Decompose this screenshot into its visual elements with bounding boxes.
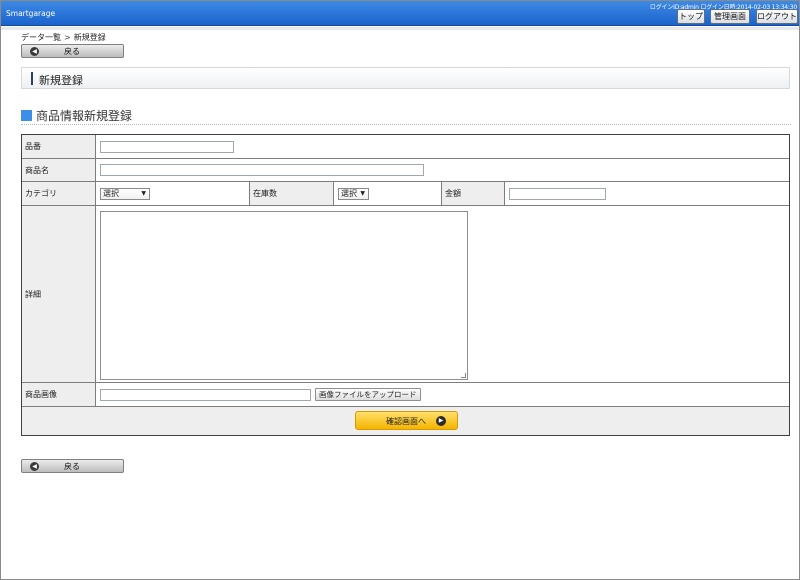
arrow-left-circle-icon: ◀ — [30, 462, 39, 471]
logout-button[interactable]: ログアウト — [756, 9, 798, 24]
product-image-label: 商品画像 — [22, 383, 96, 406]
price-cell — [505, 182, 789, 205]
brand-name: Smartgarage — [6, 9, 56, 18]
stock-label: 在庫数 — [250, 182, 334, 205]
product-name-label: 商品名 — [22, 159, 96, 181]
header-bar: Smartgarage ログインID:admin ログイン日時:2014-02-… — [1, 1, 799, 26]
admin-button[interactable]: 管理画面 — [710, 9, 750, 24]
product-name-input[interactable] — [100, 164, 424, 176]
page-title-box: 新規登録 — [21, 67, 790, 89]
header-strip — [1, 27, 799, 30]
confirm-row: 確認画面へ ▶ — [22, 407, 789, 435]
category-select[interactable]: 選択 ▼ — [100, 188, 150, 200]
section-divider — [21, 124, 791, 125]
back-button-label: 戻る — [64, 462, 80, 471]
section-title: 商品情報新規登録 — [36, 109, 133, 123]
price-label: 金額 — [442, 182, 505, 205]
upload-image-button[interactable]: 画像ファイルをアップロード — [315, 388, 421, 401]
image-path-input[interactable] — [100, 389, 311, 401]
category-select-value: 選択 — [103, 189, 119, 198]
row-product-image: 商品画像 画像ファイルをアップロード — [22, 383, 789, 407]
row-part-number: 品番 — [22, 135, 789, 159]
breadcrumb-parent[interactable]: データ一覧 — [21, 33, 61, 42]
product-name-cell — [96, 159, 789, 181]
confirm-button[interactable]: 確認画面へ ▶ — [355, 411, 458, 430]
title-accent-bar — [31, 72, 33, 85]
arrow-left-circle-icon: ◀ — [30, 47, 39, 56]
product-form: 品番 商品名 カテゴリ 選択 ▼ 在庫数 選択 ▼ 金額 詳細 商品画像 画像フ… — [21, 134, 790, 436]
dropdown-arrow-icon: ▼ — [141, 190, 146, 197]
page-title: 新規登録 — [39, 74, 83, 87]
row-detail: 詳細 — [22, 206, 789, 383]
row-category: カテゴリ 選択 ▼ 在庫数 選択 ▼ 金額 — [22, 182, 789, 206]
resize-grip-icon[interactable] — [461, 373, 466, 378]
category-cell: 選択 ▼ — [96, 182, 250, 205]
confirm-button-label: 確認画面へ — [386, 417, 426, 426]
top-button[interactable]: トップ — [677, 9, 705, 24]
section-square-icon — [21, 110, 32, 121]
product-image-cell: 画像ファイルをアップロード — [96, 383, 789, 406]
part-number-cell — [96, 135, 789, 158]
back-button-top[interactable]: ◀ 戻る — [21, 44, 124, 58]
breadcrumb-separator: > — [64, 33, 71, 42]
breadcrumb: データ一覧 > 新規登録 — [21, 32, 106, 43]
detail-cell — [96, 206, 789, 382]
detail-label: 詳細 — [22, 206, 96, 382]
part-number-input[interactable] — [100, 141, 234, 153]
row-product-name: 商品名 — [22, 159, 789, 182]
part-number-label: 品番 — [22, 135, 96, 158]
category-label: カテゴリ — [22, 182, 96, 205]
stock-select[interactable]: 選択 ▼ — [338, 188, 369, 200]
dropdown-arrow-icon: ▼ — [360, 190, 365, 197]
stock-select-value: 選択 — [341, 189, 357, 198]
back-button-bottom[interactable]: ◀ 戻る — [21, 459, 124, 473]
stock-cell: 選択 ▼ — [334, 182, 442, 205]
price-input[interactable] — [509, 188, 606, 200]
back-button-label: 戻る — [64, 47, 80, 56]
arrow-right-circle-icon: ▶ — [436, 416, 446, 426]
detail-textarea[interactable] — [100, 211, 468, 380]
breadcrumb-current: 新規登録 — [73, 33, 106, 42]
